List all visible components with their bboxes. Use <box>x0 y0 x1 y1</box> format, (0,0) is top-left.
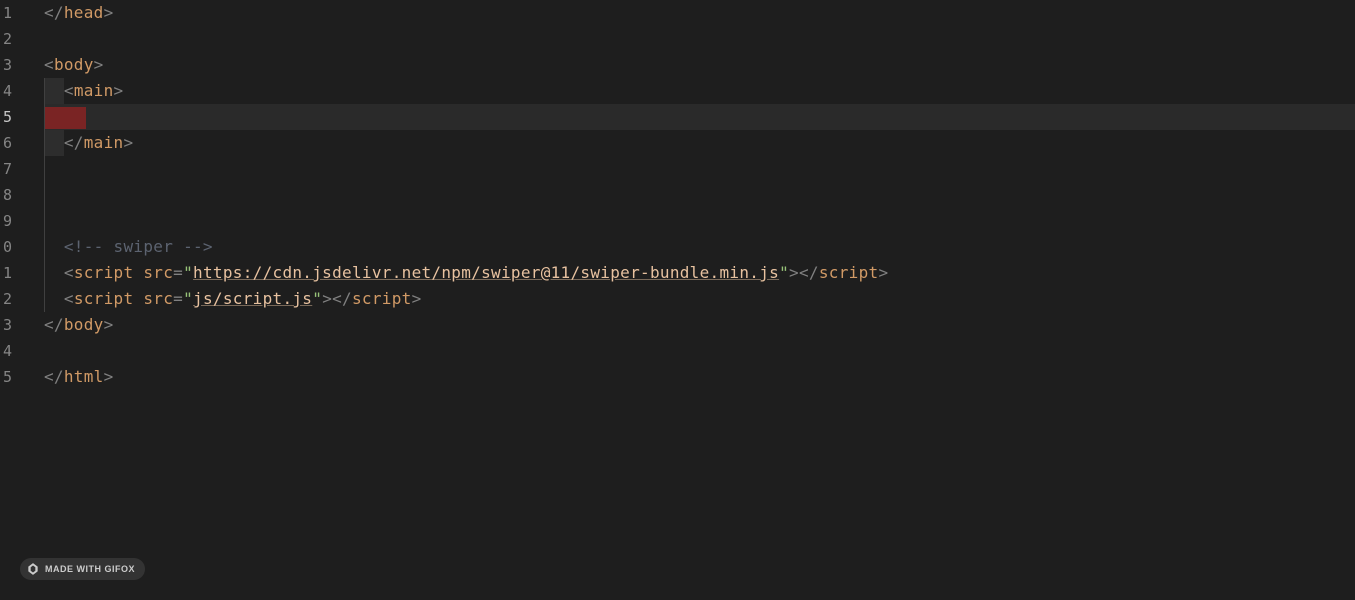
line-number: 2 <box>0 26 14 52</box>
line-number: 1 <box>0 0 14 26</box>
line-number: 8 <box>0 182 14 208</box>
code-line[interactable] <box>44 26 1355 52</box>
line-number: 1 <box>0 260 14 286</box>
line-number: 7 <box>0 156 14 182</box>
code-line[interactable]: <!-- swiper --> <box>44 234 1355 260</box>
code-line[interactable]: </html> <box>44 364 1355 390</box>
code-line[interactable] <box>44 182 1355 208</box>
code-content[interactable]: </head> <body> <main> </main> <!-- swipe… <box>14 0 1355 600</box>
line-number-gutter: 1 2 3 4 5 6 7 8 9 0 1 2 3 4 5 <box>0 0 14 600</box>
code-line[interactable]: <script src="js/script.js"></script> <box>44 286 1355 312</box>
line-number: 9 <box>0 208 14 234</box>
line-number: 2 <box>0 286 14 312</box>
line-number: 4 <box>0 78 14 104</box>
line-number: 5 <box>0 364 14 390</box>
code-line[interactable]: </head> <box>44 0 1355 26</box>
line-number: 3 <box>0 312 14 338</box>
code-line[interactable] <box>44 208 1355 234</box>
code-editor[interactable]: 1 2 3 4 5 6 7 8 9 0 1 2 3 4 5 </head> <b… <box>0 0 1355 600</box>
code-line[interactable]: <main> <box>44 78 1355 104</box>
code-line[interactable]: <body> <box>44 52 1355 78</box>
code-line[interactable]: </body> <box>44 312 1355 338</box>
line-number: 0 <box>0 234 14 260</box>
gifox-logo-icon <box>26 562 40 576</box>
cursor <box>44 107 86 129</box>
code-line[interactable]: </main> <box>44 130 1355 156</box>
code-line[interactable]: <script src="https://cdn.jsdelivr.net/np… <box>44 260 1355 286</box>
watermark-text: MADE WITH GIFOX <box>45 564 135 574</box>
line-number: 4 <box>0 338 14 364</box>
line-number: 6 <box>0 130 14 156</box>
gifox-watermark: MADE WITH GIFOX <box>20 558 145 580</box>
code-line[interactable] <box>44 338 1355 364</box>
code-line-active[interactable] <box>44 104 1355 130</box>
line-number: 3 <box>0 52 14 78</box>
line-number: 5 <box>0 104 14 130</box>
code-line[interactable] <box>44 156 1355 182</box>
